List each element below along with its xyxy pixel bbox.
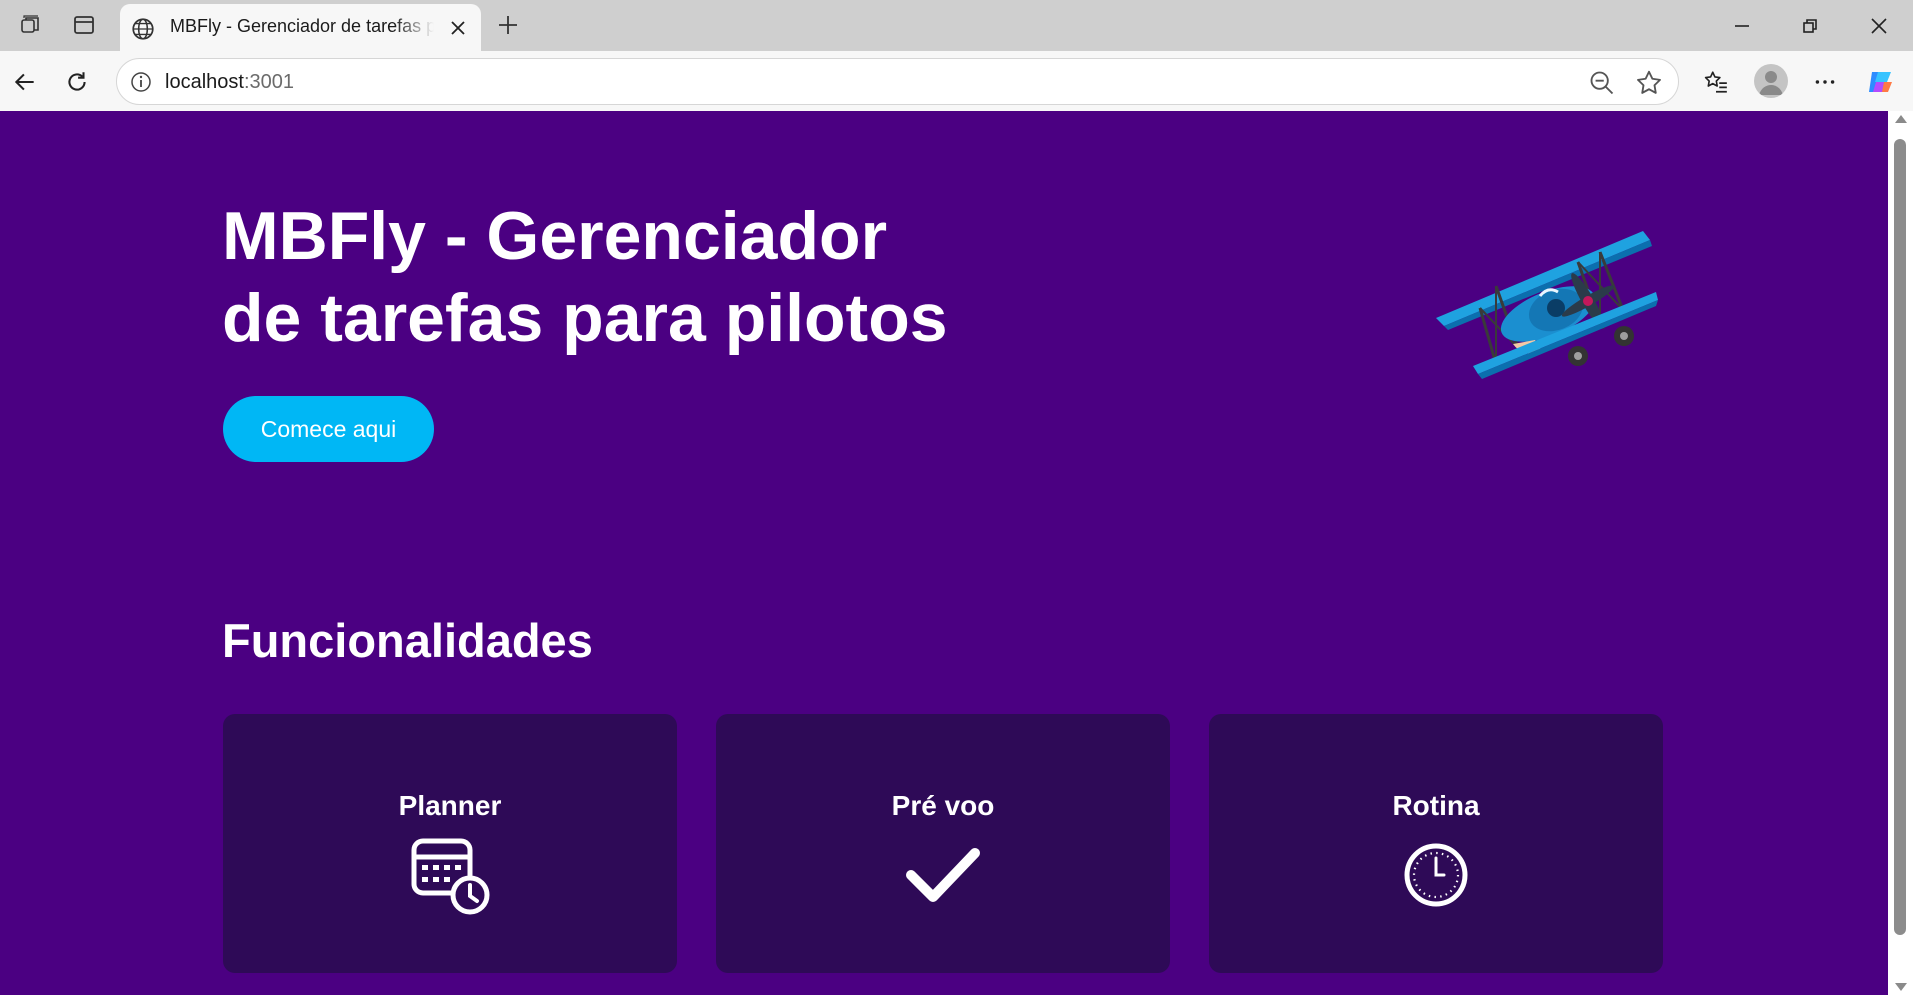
feature-card-title: Planner — [398, 790, 502, 821]
more-dots-icon — [1815, 80, 1835, 84]
restore-icon — [1803, 18, 1817, 33]
restore-button[interactable] — [1776, 0, 1844, 51]
copilot-icon — [1869, 72, 1892, 92]
address-bar[interactable]: localhost:3001 — [116, 58, 1679, 105]
reload-button[interactable] — [58, 63, 96, 101]
biplane-icon — [1436, 231, 1658, 379]
tab-active[interactable]: MBFly - Gerenciador de tarefas para pilo… — [120, 4, 481, 51]
back-button[interactable] — [6, 63, 44, 101]
url-host: localhost — [165, 71, 244, 93]
globe-icon — [132, 18, 154, 40]
close-icon — [1871, 17, 1887, 34]
user-icon — [1759, 71, 1783, 95]
feature-card-title: Pré voo — [891, 790, 995, 821]
settings-menu-button[interactable] — [1806, 63, 1844, 101]
copilot-button[interactable] — [1861, 63, 1899, 101]
vertical-tabs-button[interactable] — [66, 8, 102, 42]
favorites-button[interactable] — [1697, 63, 1735, 101]
close-icon — [451, 21, 465, 35]
zoom-out-icon[interactable] — [1588, 69, 1616, 97]
window-close-button[interactable] — [1845, 0, 1913, 51]
minimize-icon — [1735, 24, 1749, 27]
arrow-left-icon — [14, 73, 34, 91]
page-content: MBFly - Gerenciador de tarefas para pilo… — [0, 111, 1888, 995]
browser-toolbar: localhost:3001 — [0, 51, 1913, 111]
minimize-button[interactable] — [1708, 0, 1776, 51]
browser-tab-strip: MBFly - Gerenciador de tarefas para pilo… — [0, 0, 1913, 51]
tab-actions-icon — [74, 16, 94, 34]
feature-card-routine[interactable]: Rotina — [1209, 714, 1663, 973]
info-icon[interactable] — [129, 70, 153, 94]
scrollbar-thumb[interactable] — [1894, 139, 1906, 935]
features-title: Funcionalidades — [222, 614, 593, 667]
new-tab-button[interactable] — [490, 8, 526, 42]
page-scrollbar[interactable] — [1888, 111, 1913, 995]
tab-title: MBFly - Gerenciador de tarefas para pilo… — [170, 16, 434, 36]
url-text: localhost:3001 — [165, 71, 294, 94]
feature-card-title: Rotina — [1392, 790, 1480, 821]
refresh-icon — [68, 72, 86, 91]
get-started-button[interactable]: Comece aqui — [223, 396, 434, 462]
tab-close-button[interactable] — [445, 15, 471, 41]
feature-card-planner[interactable]: Planner — [223, 714, 677, 973]
checkmark-icon — [906, 848, 980, 902]
scroll-down-arrow-icon[interactable] — [1895, 983, 1907, 991]
favorite-star-icon[interactable] — [1634, 68, 1664, 98]
hero-title: MBFly - Gerenciador de tarefas para pilo… — [222, 195, 982, 359]
url-port: :3001 — [243, 71, 294, 93]
scroll-up-arrow-icon[interactable] — [1895, 115, 1907, 123]
plus-icon — [499, 16, 517, 34]
favorites-list-icon — [1704, 71, 1727, 93]
hero-title-line-1: MBFly - Gerenciador — [222, 198, 888, 274]
hero-title-line-2: de tarefas para pilotos — [222, 280, 948, 356]
clock-icon — [1404, 843, 1468, 907]
feature-card-pre-flight[interactable]: Pré voo — [716, 714, 1170, 973]
calendar-clock-icon — [411, 838, 490, 915]
profile-avatar[interactable] — [1754, 64, 1788, 98]
workspaces-icon — [21, 15, 39, 33]
workspaces-button[interactable] — [12, 8, 48, 42]
